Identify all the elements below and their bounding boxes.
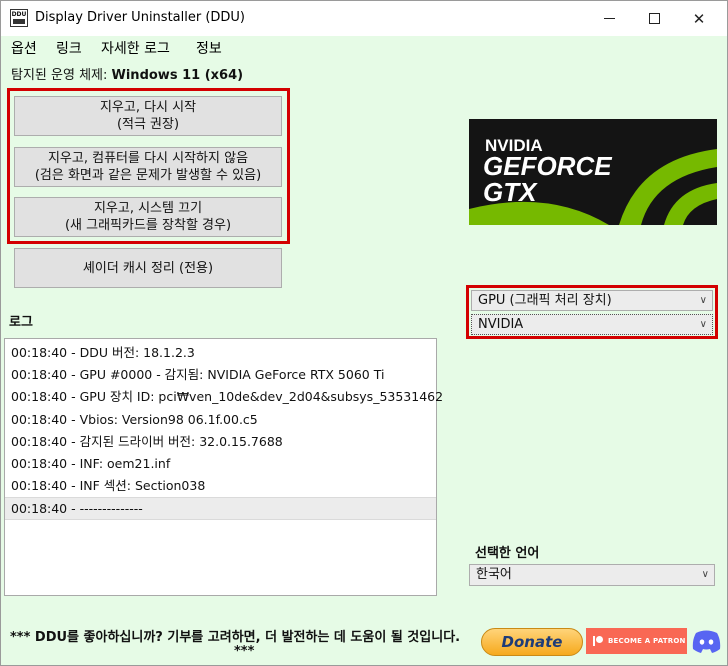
minimize-icon	[603, 18, 615, 19]
chevron-down-icon: ∨	[701, 569, 709, 580]
language-label: 선택한 언어	[475, 546, 540, 561]
donate-button[interactable]: Donate	[481, 628, 583, 656]
menu-verbose-log[interactable]: 자세한 로그	[101, 38, 170, 58]
window-title: Display Driver Uninstaller (DDU)	[35, 10, 246, 25]
clean-and-shutdown-button[interactable]: 지우고, 시스템 끄기 (새 그래픽카드를 장착할 경우)	[14, 197, 282, 237]
donation-stars: ***	[234, 644, 255, 659]
clean-shader-cache-button[interactable]: 셰이더 캐시 정리 (전용)	[14, 248, 282, 288]
select-value: NVIDIA	[478, 317, 524, 332]
patreon-button[interactable]: BECOME A PATRON	[586, 628, 687, 654]
discord-icon	[692, 630, 721, 653]
button-sublabel: (검은 화면과 같은 문제가 발생할 수 있음)	[34, 168, 262, 183]
menu-bar: 옵션 링크 자세한 로그 정보	[1, 36, 727, 58]
log-entry[interactable]: 00:18:40 - GPU #0000 - 감지됨: NVIDIA GeFor…	[5, 364, 436, 386]
menu-links[interactable]: 링크	[56, 38, 82, 58]
logo-line2: GTX	[483, 177, 538, 207]
button-sublabel: (새 그래픽카드를 장착할 경우)	[64, 218, 232, 233]
ddu-window: DDU Display Driver Uninstaller (DDU) ✕ 옵…	[0, 0, 728, 666]
os-value: Windows 11 (x64)	[111, 68, 244, 83]
select-value: 한국어	[476, 567, 512, 582]
donation-message: *** DDU를 좋아하십니까? 기부를 고려하면, 더 발전하는 데 도움이 …	[10, 630, 461, 645]
device-type-select[interactable]: GPU (그래픽 처리 장치) ∨	[471, 290, 713, 311]
menu-options[interactable]: 옵션	[11, 38, 37, 58]
menu-info[interactable]: 정보	[196, 38, 222, 58]
donation-footer: *** DDU를 좋아하십니까? 기부를 고려하면, 더 발전하는 데 도움이 …	[1, 618, 727, 665]
patreon-icon	[593, 636, 603, 646]
button-label: 셰이더 캐시 정리 (전용)	[82, 260, 214, 276]
clean-no-restart-button[interactable]: 지우고, 컴퓨터를 다시 시작하지 않음 (검은 화면과 같은 문제가 발생할 …	[14, 147, 282, 187]
discord-button[interactable]	[690, 628, 723, 654]
maximize-button[interactable]	[631, 1, 677, 36]
minimize-button[interactable]	[586, 1, 632, 36]
log-entry[interactable]: 00:18:40 - INF 섹션: Section038	[5, 475, 436, 497]
gpu-vendor-logo: NVIDIA GEFORCE GTX	[469, 119, 717, 225]
log-entry-selected[interactable]: 00:18:40 - --------------	[5, 497, 436, 520]
select-value: GPU (그래픽 처리 장치)	[478, 293, 612, 308]
title-bar: DDU Display Driver Uninstaller (DDU) ✕	[1, 1, 727, 36]
log-entry[interactable]: 00:18:40 - GPU 장치 ID: pci₩ven_10de&dev_2…	[5, 386, 443, 408]
log-list[interactable]: 00:18:40 - DDU 버전: 18.1.2.3 00:18:40 - G…	[4, 338, 443, 596]
language-select[interactable]: 한국어 ∨	[469, 564, 715, 586]
chevron-down-icon: ∨	[699, 319, 707, 330]
clean-and-restart-button[interactable]: 지우고, 다시 시작 (적극 권장)	[14, 96, 282, 136]
app-icon-text: DDU	[11, 11, 27, 18]
log-entry[interactable]: 00:18:40 - INF: oem21.inf	[5, 453, 436, 475]
chevron-down-icon: ∨	[699, 295, 707, 306]
maximize-icon	[648, 13, 660, 24]
patreon-label: BECOME A PATRON	[608, 637, 686, 645]
os-label: 탐지된 운영 체제:	[11, 68, 108, 83]
button-label: 지우고, 컴퓨터를 다시 시작하지 않음	[47, 151, 249, 166]
close-button[interactable]: ✕	[676, 1, 722, 36]
button-label: 지우고, 다시 시작	[99, 100, 197, 115]
nvidia-geforce-logo-icon: NVIDIA GEFORCE GTX	[469, 119, 717, 225]
button-sublabel: (적극 권장)	[116, 117, 180, 132]
log-entry[interactable]: 00:18:40 - DDU 버전: 18.1.2.3	[5, 342, 436, 364]
log-entry[interactable]: 00:18:40 - 감지된 드라이버 버전: 32.0.15.7688	[5, 431, 436, 453]
log-label: 로그	[9, 315, 33, 330]
detected-os: 탐지된 운영 체제: Windows 11 (x64)	[11, 64, 243, 83]
app-icon: DDU	[10, 9, 28, 27]
log-entry[interactable]: 00:18:40 - Vbios: Version98 06.1f.00.c5	[5, 409, 436, 431]
close-icon: ✕	[692, 9, 706, 28]
device-vendor-select[interactable]: NVIDIA ∨	[471, 314, 713, 335]
button-label: 지우고, 시스템 끄기	[93, 201, 203, 216]
